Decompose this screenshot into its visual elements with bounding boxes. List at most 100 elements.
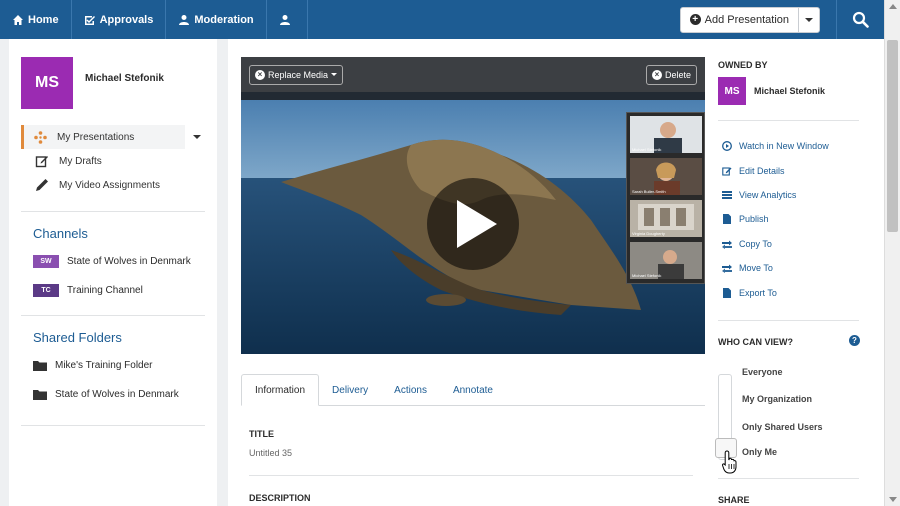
main-content: × Replace Media × Delete Michael Stefoni… xyxy=(228,39,705,506)
tab-actions[interactable]: Actions xyxy=(381,374,440,406)
right-sidebar: OWNED BY MS Michael Stefonik Watch in Ne… xyxy=(705,39,884,506)
participant-thumbnail: Sarah Buller-Smith xyxy=(630,158,702,195)
hand-cursor-icon xyxy=(722,450,737,474)
add-presentation-group: + Add Presentation xyxy=(679,6,820,33)
channel-label: State of Wolves in Denmark xyxy=(67,256,191,267)
user-name: Michael Stefonik xyxy=(85,72,164,84)
divider xyxy=(718,320,859,321)
help-icon[interactable]: ? xyxy=(849,335,860,346)
nav-user[interactable] xyxy=(267,0,308,39)
edit-icon xyxy=(35,154,49,168)
page-scrollbar[interactable] xyxy=(884,0,900,506)
user-profile-icon xyxy=(279,14,290,25)
action-label: Copy To xyxy=(739,239,772,249)
visibility-option-only-me[interactable]: Only Me xyxy=(742,447,777,457)
detail-tabs: Information Delivery Actions Annotate xyxy=(241,374,705,406)
owner-info: MS Michael Stefonik xyxy=(718,77,825,105)
visibility-option-my-organization[interactable]: My Organization xyxy=(742,394,812,404)
title-value[interactable]: Untitled 35 xyxy=(249,448,292,458)
scrollbar-thumb[interactable] xyxy=(887,40,898,232)
approvals-icon xyxy=(84,15,95,25)
action-label: Edit Details xyxy=(739,166,785,176)
search-button[interactable] xyxy=(836,0,884,39)
delete-button[interactable]: × Delete xyxy=(645,64,697,85)
scroll-up-arrow-icon[interactable] xyxy=(889,4,897,9)
analytics-icon xyxy=(722,191,732,199)
channels-heading: Channels xyxy=(33,226,88,241)
tab-annotate[interactable]: Annotate xyxy=(440,374,506,406)
participant-thumbnail: Virginia Dougherty xyxy=(630,200,702,237)
left-sidebar: MS Michael Stefonik My Presentations My … xyxy=(9,39,217,506)
folder-item[interactable]: Mike's Training Folder xyxy=(9,351,217,380)
action-label: Publish xyxy=(739,214,769,224)
share-heading: SHARE xyxy=(718,495,750,505)
channel-item[interactable]: TC Training Channel xyxy=(9,276,217,305)
nav-approvals-label: Approvals xyxy=(99,13,154,26)
add-presentation-dropdown[interactable] xyxy=(799,8,819,32)
caret-down-icon[interactable] xyxy=(193,135,201,139)
presentations-menu: My Presentations My Drafts My Video Assi… xyxy=(9,125,217,197)
action-label: Export To xyxy=(739,288,777,298)
video-player[interactable]: × Replace Media × Delete Michael Stefoni… xyxy=(241,57,705,354)
video-toolbar: × Replace Media × Delete xyxy=(241,57,705,92)
menu-item-label: My Presentations xyxy=(57,131,135,143)
nav-moderation-label: Moderation xyxy=(194,13,254,26)
channel-item[interactable]: SW State of Wolves in Denmark xyxy=(9,247,217,276)
search-icon xyxy=(852,11,869,28)
play-icon xyxy=(457,200,497,248)
add-presentation-button[interactable]: + Add Presentation xyxy=(681,7,799,32)
divider xyxy=(249,475,693,476)
play-button[interactable] xyxy=(427,178,519,270)
export-icon xyxy=(723,288,731,298)
plus-circle-icon: + xyxy=(689,14,701,25)
tab-information[interactable]: Information xyxy=(241,374,320,406)
user-icon xyxy=(179,14,190,25)
move-to-link[interactable]: Move To xyxy=(722,263,773,273)
owned-by-heading: OWNED BY xyxy=(718,60,768,70)
menu-item-my-drafts[interactable]: My Drafts xyxy=(9,149,217,173)
nav-approvals[interactable]: Approvals xyxy=(72,0,167,39)
replace-media-label: Replace Media xyxy=(268,69,329,80)
copy-icon xyxy=(722,240,732,249)
edit-details-link[interactable]: Edit Details xyxy=(722,166,785,176)
owner-name: Michael Stefonik xyxy=(754,86,826,96)
menu-item-my-video-assignments[interactable]: My Video Assignments xyxy=(9,173,217,197)
participant-name: Michael Stefonik xyxy=(632,273,662,278)
participant-name: Virginia Dougherty xyxy=(632,231,665,236)
pencil-icon xyxy=(35,178,49,192)
user-profile: MS Michael Stefonik xyxy=(9,39,217,109)
home-icon xyxy=(13,14,23,25)
action-label: View Analytics xyxy=(739,190,797,200)
visibility-option-only-shared-users[interactable]: Only Shared Users xyxy=(742,422,823,432)
nav-home[interactable]: Home xyxy=(0,0,72,39)
avatar[interactable]: MS xyxy=(21,57,73,109)
watch-new-window-link[interactable]: Watch in New Window xyxy=(722,141,829,151)
edit-icon xyxy=(722,167,732,176)
folder-item[interactable]: State of Wolves in Denmark xyxy=(9,380,217,409)
shared-folders-list: Mike's Training Folder State of Wolves i… xyxy=(9,351,217,409)
menu-item-label: My Drafts xyxy=(59,155,102,167)
participant-name: Sarah Buller-Smith xyxy=(632,189,666,194)
visibility-option-everyone[interactable]: Everyone xyxy=(742,367,783,377)
copy-to-link[interactable]: Copy To xyxy=(722,239,772,249)
scroll-down-arrow-icon[interactable] xyxy=(889,497,897,502)
channel-label: Training Channel xyxy=(67,285,143,296)
action-label: Move To xyxy=(739,263,773,273)
view-analytics-link[interactable]: View Analytics xyxy=(722,190,796,200)
menu-item-my-presentations[interactable]: My Presentations xyxy=(21,125,201,149)
divider xyxy=(718,120,859,121)
tab-delivery[interactable]: Delivery xyxy=(319,374,381,406)
folder-label: State of Wolves in Denmark xyxy=(55,389,179,400)
divider xyxy=(718,478,859,479)
publish-link[interactable]: Publish xyxy=(722,214,769,224)
presentations-icon xyxy=(33,130,47,144)
move-icon xyxy=(722,264,732,273)
participant-thumbnail: Michael Stefonik xyxy=(630,116,702,153)
title-label: TITLE xyxy=(249,429,274,439)
export-to-link[interactable]: Export To xyxy=(722,288,777,298)
owner-avatar: MS xyxy=(718,77,746,105)
nav-moderation[interactable]: Moderation xyxy=(166,0,267,39)
shared-folders-heading: Shared Folders xyxy=(33,330,122,345)
replace-media-button[interactable]: × Replace Media xyxy=(249,64,344,85)
action-label: Watch in New Window xyxy=(739,141,829,151)
